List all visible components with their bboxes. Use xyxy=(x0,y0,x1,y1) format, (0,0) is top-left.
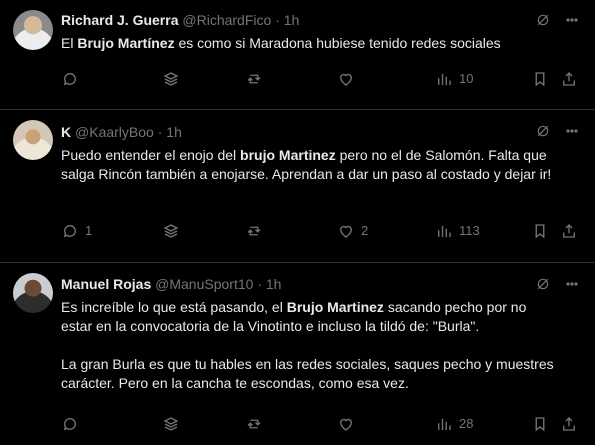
tweet-text: El Brujo Martínez es como si Maradona hu… xyxy=(61,35,501,51)
like-button[interactable] xyxy=(337,70,361,88)
stack-button[interactable] xyxy=(162,70,180,88)
grok-icon[interactable] xyxy=(535,123,551,142)
tweet[interactable]: Richard J. Guerra @RichardFico · 1h El B… xyxy=(0,0,595,109)
tweet-text: Es increíble lo que está pasando, el Bru… xyxy=(61,298,561,412)
views-button[interactable]: 113 xyxy=(435,222,480,240)
bookmark-icon xyxy=(535,417,545,432)
bookmark-icon xyxy=(535,224,545,239)
grok-icon[interactable] xyxy=(535,12,551,31)
views-count: 10 xyxy=(459,71,474,86)
views-icon xyxy=(438,418,451,430)
views-button[interactable]: 28 xyxy=(435,415,473,433)
views-icon xyxy=(438,73,451,85)
reply-icon xyxy=(63,225,76,238)
reply-button[interactable] xyxy=(61,70,85,88)
tweet-header: Richard J. Guerra @RichardFico · 1h xyxy=(61,11,299,29)
share-icon xyxy=(563,224,575,238)
stack-icon xyxy=(163,417,179,431)
like-count: 2 xyxy=(361,223,369,238)
highlighted-term: Brujo Martínez xyxy=(77,35,175,51)
heart-icon xyxy=(340,418,352,431)
tweet-header: K @KaarlyBoo · 1h xyxy=(61,123,182,141)
like-button[interactable]: 2 xyxy=(337,222,368,240)
user-handle[interactable]: @KaarlyBoo xyxy=(75,124,154,140)
separator-dot: · xyxy=(257,276,262,292)
tweet-text: Puedo entender el enojo del brujo Martin… xyxy=(61,147,552,182)
bookmark-button[interactable] xyxy=(531,415,549,433)
stack-icon xyxy=(163,224,179,238)
retweet-icon xyxy=(247,226,261,236)
display-name[interactable]: Richard J. Guerra xyxy=(61,12,179,28)
reply-icon xyxy=(63,73,76,86)
retweet-icon xyxy=(247,419,261,429)
display-name[interactable]: Manuel Rojas xyxy=(61,276,151,292)
retweet-icon xyxy=(247,74,261,84)
share-icon xyxy=(563,417,575,431)
paragraph: Es increíble lo que está pasando, el Bru… xyxy=(61,299,527,334)
highlighted-term: brujo Martinez xyxy=(240,147,336,163)
timestamp[interactable]: 1h xyxy=(166,124,182,140)
reply-button[interactable]: 1 xyxy=(61,222,92,240)
views-count: 28 xyxy=(459,416,474,431)
retweet-button[interactable] xyxy=(245,415,269,433)
bookmark-button[interactable] xyxy=(531,70,549,88)
more-icon[interactable] xyxy=(564,276,580,295)
timestamp[interactable]: 1h xyxy=(284,12,300,28)
display-name[interactable]: K xyxy=(61,124,71,140)
grok-icon[interactable] xyxy=(535,276,551,295)
retweet-button[interactable] xyxy=(245,70,269,88)
like-button[interactable] xyxy=(337,415,361,433)
reply-button[interactable] xyxy=(61,415,85,433)
tweet-header: Manuel Rojas @ManuSport10 · 1h xyxy=(61,275,281,293)
avatar[interactable] xyxy=(13,10,53,50)
bookmark-icon xyxy=(535,72,545,87)
separator-dot: · xyxy=(275,12,280,28)
more-icon[interactable] xyxy=(564,12,580,31)
tweet-actions: 28 xyxy=(61,415,581,437)
stack-button[interactable] xyxy=(162,222,180,240)
reply-icon xyxy=(63,418,76,431)
share-icon xyxy=(563,72,575,86)
share-button[interactable] xyxy=(560,222,578,240)
views-count: 113 xyxy=(459,223,480,238)
bookmark-button[interactable] xyxy=(531,222,549,240)
avatar[interactable] xyxy=(13,273,53,313)
tweet[interactable]: Manuel Rojas @ManuSport10 · 1h Es increí… xyxy=(0,263,595,445)
user-handle[interactable]: @ManuSport10 xyxy=(155,276,253,292)
timestamp[interactable]: 1h xyxy=(266,276,282,292)
avatar[interactable] xyxy=(13,120,53,160)
tweet[interactable]: K @KaarlyBoo · 1h Puedo entender el enoj… xyxy=(0,110,595,262)
more-icon[interactable] xyxy=(564,123,580,142)
separator-dot: · xyxy=(157,124,163,140)
share-button[interactable] xyxy=(560,70,578,88)
tweet-actions: 10 xyxy=(61,70,581,92)
tweet-actions: 1 2 113 xyxy=(61,222,581,244)
retweet-button[interactable] xyxy=(245,222,269,240)
stack-button[interactable] xyxy=(162,415,180,433)
views-icon xyxy=(438,225,451,237)
highlighted-term: Brujo Martinez xyxy=(286,299,384,315)
heart-icon xyxy=(340,73,352,86)
reply-count: 1 xyxy=(85,223,93,238)
heart-icon xyxy=(340,225,352,238)
views-button[interactable]: 10 xyxy=(435,70,473,88)
paragraph: La gran Burla es que tu hables en las re… xyxy=(61,356,554,391)
user-handle[interactable]: @RichardFico xyxy=(182,12,271,28)
share-button[interactable] xyxy=(560,415,578,433)
stack-icon xyxy=(163,72,179,86)
